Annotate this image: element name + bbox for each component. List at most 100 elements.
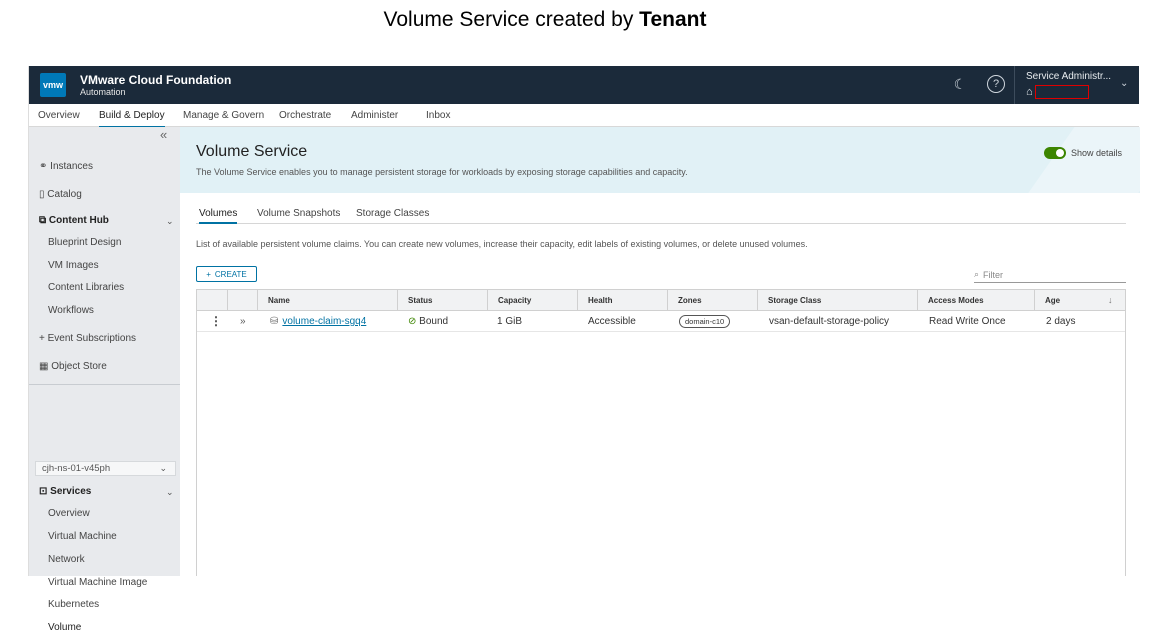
age-cell: 2 days (1046, 316, 1076, 327)
banner-decoration (1018, 127, 1140, 193)
search-icon: ⌕ (974, 269, 980, 279)
sidebar-divider (29, 384, 180, 385)
nav-administer[interactable]: Administer (351, 110, 398, 126)
tab-storage-classes[interactable]: Storage Classes (356, 208, 429, 222)
sidebar-item-catalog[interactable]: ▯ Catalog (39, 189, 82, 200)
tab-volumes[interactable]: Volumes (199, 208, 238, 224)
header-health[interactable]: Health (577, 290, 667, 311)
header-zones[interactable]: Zones (667, 290, 757, 311)
sidebar-item-event-subscriptions[interactable]: + Event Subscriptions (39, 333, 136, 344)
sort-descending-icon[interactable]: ↓ (1108, 295, 1113, 305)
app-window: vmw VMware Cloud Foundation Automation ☾… (28, 66, 1140, 633)
create-button[interactable]: + CREATE (196, 266, 257, 282)
filter-input[interactable]: ⌕ Filter (974, 267, 1126, 283)
sidebar-item-object-store[interactable]: ▦ Object Store (39, 361, 107, 372)
nav-build-deploy[interactable]: Build & Deploy (99, 110, 165, 128)
status-cell: ⊘ Bound (408, 311, 448, 332)
sidebar-item-label: Catalog (47, 189, 82, 200)
sidebar-item-label: Object Store (51, 361, 107, 372)
check-circle-icon: ⊘ (408, 316, 417, 327)
service-banner: Volume Service The Volume Service enable… (180, 127, 1140, 193)
header-actions (197, 290, 227, 311)
instances-icon: ⚭ (39, 161, 51, 172)
object-store-icon: ▦ (39, 361, 52, 372)
sidebar-item-virtual-machine[interactable]: Virtual Machine (48, 531, 117, 542)
list-description: List of available persistent volume clai… (196, 239, 808, 249)
sidebar-item-blueprint-design[interactable]: Blueprint Design (48, 237, 121, 248)
sidebar-item-content-libraries[interactable]: Content Libraries (48, 282, 124, 293)
zone-badge: domain-c10 (679, 315, 731, 328)
expand-row-icon[interactable]: » (240, 311, 246, 332)
collapse-sidebar-icon[interactable]: « (160, 127, 167, 142)
help-icon[interactable]: ? (987, 75, 1005, 93)
volume-icon: ⛁ (270, 316, 279, 327)
brand-title: VMware Cloud Foundation (80, 72, 232, 87)
sidebar-item-services[interactable]: ⊡ Services (39, 486, 91, 497)
sidebar-item-services-overview[interactable]: Overview (48, 508, 90, 519)
status-value: Bound (419, 316, 449, 327)
nav-inbox[interactable]: Inbox (426, 110, 450, 126)
chevron-down-icon: ⌄ (159, 463, 167, 473)
sidebar-item-kubernetes[interactable]: Kubernetes (48, 599, 99, 610)
create-label: CREATE (214, 269, 247, 279)
show-details-toggle[interactable] (1044, 147, 1066, 159)
header-capacity[interactable]: Capacity (487, 290, 577, 311)
moon-icon[interactable]: ☾ (951, 75, 969, 93)
chevron-down-icon[interactable]: ⌄ (166, 216, 174, 227)
chevron-down-icon[interactable]: ⌄ (166, 487, 174, 498)
redacted-org-name (1034, 85, 1089, 99)
user-name: Service Administr... (1026, 71, 1112, 82)
sidebar-item-vm-images[interactable]: VM Images (48, 260, 99, 271)
caption-emphasis: Tenant (639, 8, 707, 31)
nav-manage-govern[interactable]: Manage & Govern (183, 110, 264, 126)
nav-orchestrate[interactable]: Orchestrate (279, 110, 331, 126)
sidebar-item-label: Content Hub (48, 215, 109, 226)
filter-placeholder: Filter (983, 269, 1004, 280)
tab-volume-snapshots[interactable]: Volume Snapshots (257, 208, 340, 222)
volume-name: volume-claim-sgq4 (282, 316, 367, 327)
content-hub-icon: ⧉ (39, 215, 49, 226)
sidebar-item-workflows[interactable]: Workflows (48, 305, 94, 316)
row-actions-icon[interactable]: ⋮ (210, 311, 222, 332)
figure-caption: Volume Service created by Tenant (0, 8, 1090, 32)
organization-icon: ⌂ (1026, 86, 1033, 98)
brand: VMware Cloud Foundation Automation (80, 73, 231, 98)
sidebar: « ⚭ Instances ▯ Catalog ⧉ Content Hub ⌄ … (29, 127, 180, 633)
volumes-table: Name Status Capacity Health Zones Storag… (196, 289, 1126, 576)
sidebar-item-virtual-machine-image[interactable]: Virtual Machine Image (48, 577, 147, 588)
namespace-value: cjh-ns-01-v45ph (42, 463, 111, 474)
table-header: Name Status Capacity Health Zones Storag… (197, 290, 1125, 311)
vmware-logo[interactable]: vmw (40, 73, 66, 97)
volume-name-link[interactable]: ⛁ volume-claim-sgq4 (270, 311, 366, 332)
brand-subtitle: Automation (80, 86, 126, 97)
table-row: ⋮ » ⛁ volume-claim-sgq4 ⊘ Bound 1 GiB Acc… (197, 311, 1125, 332)
top-nav: Overview Build & Deploy Manage & Govern … (29, 104, 1139, 128)
main-content: Volume Service The Volume Service enable… (180, 127, 1140, 576)
sidebar-item-volume[interactable]: Volume (48, 622, 81, 633)
header-storage-class[interactable]: Storage Class (757, 290, 917, 311)
user-org: ⌂ (1026, 85, 1111, 99)
app-header: vmw VMware Cloud Foundation Automation ☾… (29, 66, 1139, 104)
page-title: Volume Service (196, 143, 308, 160)
health-cell: Accessible (588, 316, 636, 327)
header-name[interactable]: Name (257, 290, 397, 311)
storage-class-cell: vsan-default-storage-policy (769, 316, 890, 327)
access-modes-cell: Read Write Once (929, 316, 1006, 327)
sidebar-item-label: Event Subscriptions (47, 333, 137, 344)
header-access-modes[interactable]: Access Modes (917, 290, 1034, 311)
user-menu[interactable]: Service Administr... ⌂ (1026, 71, 1111, 99)
page-description: The Volume Service enables you to manage… (196, 167, 688, 177)
namespace-select[interactable]: cjh-ns-01-v45ph ⌄ (35, 461, 176, 476)
sidebar-item-label: Services (50, 486, 92, 497)
tab-bar: Volumes Volume Snapshots Storage Classes (196, 208, 1126, 224)
plus-icon: + (39, 333, 48, 344)
header-status[interactable]: Status (397, 290, 487, 311)
plus-icon: + (206, 269, 211, 279)
sidebar-item-instances[interactable]: ⚭ Instances (39, 161, 93, 172)
chevron-down-icon[interactable]: ⌄ (1120, 78, 1128, 89)
sidebar-item-content-hub[interactable]: ⧉ Content Hub (39, 215, 109, 226)
services-icon: ⊡ (39, 486, 51, 497)
sidebar-item-network[interactable]: Network (48, 554, 85, 565)
nav-overview[interactable]: Overview (38, 110, 80, 126)
caption-text: Volume Service created by (383, 8, 640, 31)
